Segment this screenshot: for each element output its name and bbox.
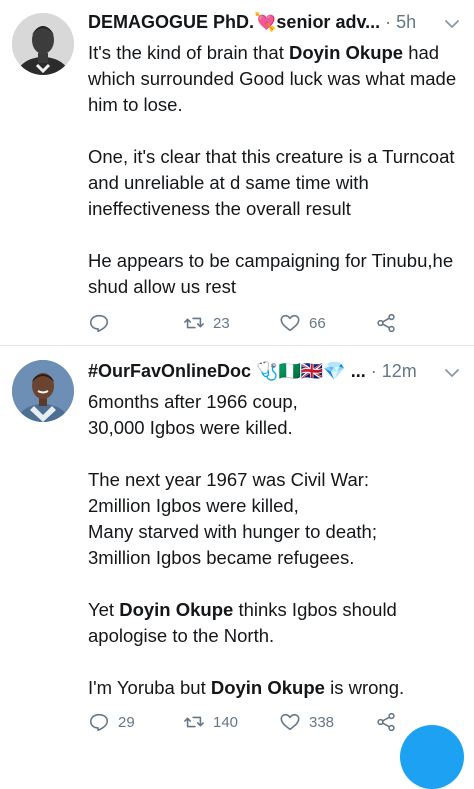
separator: · [385, 12, 392, 32]
text-run: The next year 1967 was Civil War: 2milli… [88, 469, 377, 568]
tweet-paragraph: I'm Yoruba but Doyin Okupe is wrong. [88, 675, 464, 701]
highlighted-name: Doyin Okupe [119, 599, 234, 620]
retweet-button[interactable]: 140 [183, 710, 238, 734]
text-run: He appears to be campaigning for Tinubu,… [88, 250, 454, 297]
share-icon [377, 712, 395, 732]
tweet-paragraph: One, it's clear that this creature is a … [88, 144, 464, 222]
avatar[interactable] [12, 13, 74, 75]
tweet-header: #OurFavOnlineDoc 🩺🇳🇬🇬🇧💎 ... · 12m [88, 361, 462, 385]
author-name[interactable]: #OurFavOnlineDoc 🩺🇳🇬🇬🇧💎 ... [88, 361, 366, 381]
like-count: 338 [309, 713, 335, 731]
share-icon [377, 313, 395, 333]
heart-icon [280, 314, 300, 332]
tweet-text: 6months after 1966 coup, 30,000 Igbos we… [88, 389, 464, 701]
author-name[interactable]: DEMAGOGUE PhD.💘senior adv... [88, 12, 380, 32]
tweet-paragraph: Yet Doyin Okupe thinks Igbos should apol… [88, 597, 464, 649]
reply-icon [89, 314, 109, 333]
like-button[interactable]: 66 [279, 311, 326, 335]
avatar[interactable] [12, 360, 74, 422]
reply-icon [89, 713, 109, 732]
separator: · [370, 361, 377, 381]
text-run: I'm Yoruba but [88, 677, 211, 698]
reply-button[interactable]: 29 [88, 710, 135, 734]
retweet-icon [184, 716, 204, 728]
heart-icon [280, 713, 300, 731]
tweet-paragraph: The next year 1967 was Civil War: 2milli… [88, 467, 464, 571]
highlighted-name: Doyin Okupe [288, 42, 404, 63]
tweet-actions: 23 66 [88, 311, 462, 337]
share-button[interactable] [375, 311, 397, 335]
chevron-down-icon[interactable] [442, 12, 462, 36]
text-run: One, it's clear that this creature is a … [88, 146, 455, 219]
timestamp[interactable]: 5h [396, 12, 416, 32]
tweet-paragraph: 6months after 1966 coup, 30,000 Igbos we… [88, 389, 464, 441]
share-button[interactable] [375, 710, 397, 734]
tweet-header: DEMAGOGUE PhD.💘senior adv... · 5h [88, 12, 462, 36]
highlighted-name: Doyin Okupe [210, 677, 325, 698]
tweet[interactable]: #OurFavOnlineDoc 🩺🇳🇬🇬🇧💎 ... · 12m 6month… [0, 346, 474, 733]
reply-button[interactable] [88, 311, 118, 335]
text-run: It's the kind of brain that [88, 42, 289, 63]
tweet-paragraph: It's the kind of brain that Doyin Okupe … [88, 40, 464, 118]
tweet-paragraph: He appears to be campaigning for Tinubu,… [88, 248, 464, 300]
text-run: Yet [88, 599, 120, 620]
text-run: is wrong. [324, 677, 405, 698]
reply-count: 29 [118, 713, 135, 731]
retweet-count: 23 [213, 314, 230, 332]
text-run: 6months after 1966 coup, 30,000 Igbos we… [88, 391, 298, 438]
timestamp[interactable]: 12m [382, 361, 417, 381]
retweet-button[interactable]: 23 [183, 311, 230, 335]
tweet-text: It's the kind of brain that Doyin Okupe … [88, 40, 464, 300]
like-count: 66 [309, 314, 326, 332]
retweet-count: 140 [213, 713, 239, 731]
chevron-down-icon[interactable] [442, 361, 462, 385]
tweet[interactable]: DEMAGOGUE PhD.💘senior adv... · 5h It's t… [0, 0, 474, 345]
retweet-icon [184, 317, 204, 329]
like-button[interactable]: 338 [279, 710, 334, 734]
compose-tweet-button[interactable] [400, 725, 464, 789]
tweet-actions: 29 140 338 [88, 710, 462, 736]
